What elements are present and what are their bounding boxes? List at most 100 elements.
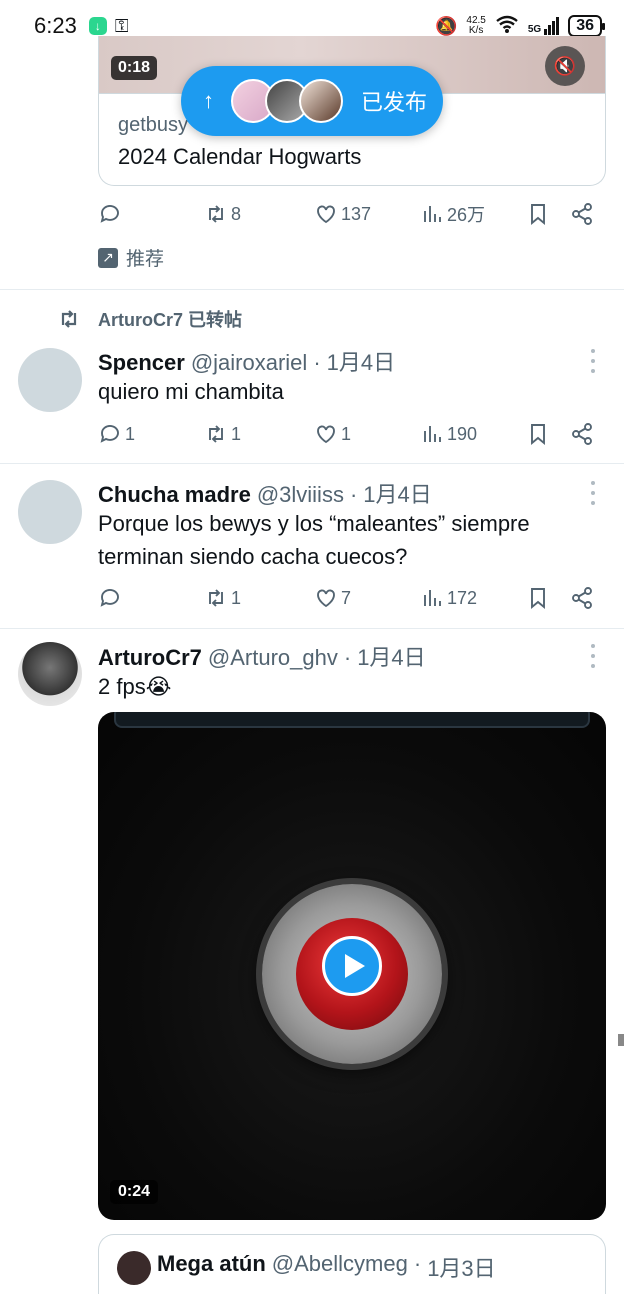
views-icon	[424, 426, 441, 442]
status-time: 6:23	[34, 13, 77, 38]
heart-icon	[317, 589, 335, 608]
reply-button[interactable]: 1	[98, 422, 135, 446]
avatar	[299, 79, 343, 123]
bookmark-button[interactable]	[526, 422, 550, 446]
tweet-text: quiero mi chambita	[98, 379, 284, 404]
author-name[interactable]: ArturoCr7	[98, 645, 202, 671]
reply-icon	[100, 205, 119, 223]
quoted-tweet-header: Mega atún @Abellcymeg · 1月3日	[157, 1251, 496, 1281]
retweet-count: 1	[231, 423, 242, 444]
wifi-icon	[495, 14, 519, 39]
tweet-actions: 1 1 1 190	[98, 419, 604, 449]
more-options-icon[interactable]	[590, 481, 596, 505]
retweet-button[interactable]: 1	[204, 586, 241, 610]
retweet-icon	[209, 205, 223, 223]
tweet-date[interactable]: 1月4日	[327, 345, 395, 377]
retweet-icon	[209, 425, 223, 443]
retweet-button[interactable]: 1	[204, 422, 241, 446]
reply-icon	[100, 425, 119, 443]
reply-count: 1	[125, 423, 136, 444]
card-domain: getbusy	[118, 114, 189, 136]
tweet-date: 1月3日	[427, 1256, 496, 1281]
author-handle: @Abellcymeg	[271, 1251, 408, 1276]
promoted-label: ↗ 推荐	[98, 244, 164, 271]
share-button[interactable]	[570, 422, 594, 446]
more-options-icon[interactable]	[590, 349, 596, 373]
views-button[interactable]: 26万	[420, 201, 485, 227]
retweet-icon	[209, 589, 223, 607]
share-icon	[572, 587, 592, 609]
vpn-key-icon: ⚿	[114, 15, 129, 36]
heart-icon	[317, 425, 335, 444]
share-button[interactable]	[570, 586, 594, 610]
heart-icon	[317, 205, 335, 224]
tweet-date[interactable]: 1月4日	[363, 477, 431, 509]
tweet-actions: 8 137 26万	[98, 199, 604, 229]
bookmark-button[interactable]	[526, 202, 550, 226]
views-button[interactable]: 172	[420, 586, 477, 610]
bookmark-icon	[531, 204, 545, 226]
view-count: 190	[447, 423, 478, 444]
author-handle[interactable]: @jairoxariel	[191, 350, 307, 376]
video-duration: 0:18	[111, 56, 158, 80]
like-button[interactable]: 1	[314, 422, 351, 446]
divider	[0, 628, 624, 629]
avatar[interactable]	[18, 642, 82, 706]
avatar[interactable]	[18, 348, 82, 412]
avatar[interactable]	[18, 480, 82, 544]
retweet-icon	[61, 310, 77, 328]
video-duration: 0:24	[110, 1180, 159, 1204]
divider	[0, 289, 624, 290]
download-app-icon: ↓	[88, 17, 107, 35]
views-icon	[424, 206, 441, 222]
more-options-icon[interactable]	[590, 644, 596, 668]
view-count: 172	[447, 587, 478, 608]
like-count: 1	[341, 423, 352, 444]
reply-icon	[100, 589, 119, 607]
tweet-actions: 1 7 172	[98, 583, 604, 613]
like-button[interactable]: 137	[314, 202, 371, 226]
reply-button[interactable]	[98, 202, 122, 226]
mute-icon[interactable]: 🔇	[545, 46, 585, 86]
bookmark-icon	[531, 424, 545, 446]
like-count: 137	[341, 203, 372, 224]
battery-indicator: 36	[568, 15, 605, 37]
retweet-context[interactable]: ArturoCr7 已转帖	[56, 306, 242, 332]
scrollbar[interactable]	[618, 1034, 624, 1046]
views-icon	[424, 590, 441, 606]
tweet-header: ArturoCr7 @Arturo_ghv · 1月4日	[98, 640, 426, 672]
share-icon	[572, 423, 592, 445]
video-player[interactable]: 0:24	[98, 712, 606, 1220]
play-icon[interactable]	[322, 936, 382, 996]
tweet-header: Spencer @jairoxariel · 1月4日	[98, 345, 395, 377]
quoted-tweet[interactable]: Mega atún @Abellcymeg · 1月3日	[98, 1234, 606, 1294]
bookmark-button[interactable]	[526, 586, 550, 610]
author-name: Mega atún	[157, 1251, 266, 1276]
share-button[interactable]	[570, 202, 594, 226]
arrow-up-icon: ↑	[203, 88, 214, 113]
retweet-count: 1	[231, 587, 242, 608]
tweet-date[interactable]: 1月4日	[357, 640, 425, 672]
author-handle[interactable]: @Arturo_ghv	[208, 645, 338, 671]
like-button[interactable]: 7	[314, 586, 351, 610]
share-icon	[572, 203, 592, 225]
author-handle[interactable]: @3lviiiss	[257, 482, 344, 508]
card-title: 2024 Calendar Hogwarts	[118, 144, 362, 169]
retweet-count: 8	[231, 203, 242, 224]
promoted-icon: ↗	[98, 247, 118, 268]
like-count: 7	[341, 587, 352, 608]
divider	[0, 463, 624, 464]
bookmark-icon	[531, 588, 545, 610]
video-frame-bar	[114, 712, 590, 728]
author-name[interactable]: Chucha madre	[98, 482, 251, 508]
reply-button[interactable]	[98, 586, 125, 610]
posted-notification-pill[interactable]: ↑ 已发布	[181, 66, 443, 136]
network-speed: 42.5 K/s	[466, 15, 486, 36]
tweet-text: Porque los bewys y los “maleantes” siemp…	[98, 511, 530, 569]
mute-bell-icon: 🔕	[434, 15, 458, 36]
cell-signal-icon: 5G	[528, 17, 560, 35]
author-name[interactable]: Spencer	[98, 350, 185, 376]
view-count: 26万	[447, 205, 486, 225]
views-button[interactable]: 190	[420, 422, 477, 446]
retweet-button[interactable]: 8	[204, 202, 241, 226]
